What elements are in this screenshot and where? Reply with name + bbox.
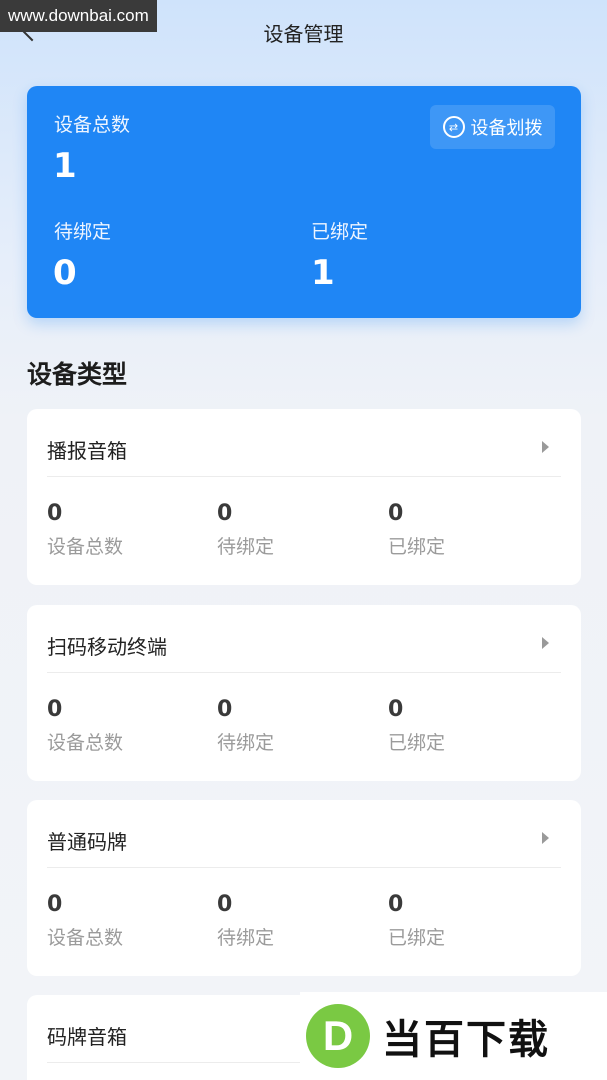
stat-label: 待绑定	[217, 927, 275, 949]
device-type-card[interactable]: 播报音箱 0 设备总数 0 待绑定 0 已绑定	[27, 409, 581, 585]
stat-value: 0	[217, 697, 233, 722]
stat-value: 0	[47, 892, 63, 917]
bound-label: 已绑定	[311, 221, 369, 243]
stat-label: 设备总数	[47, 536, 124, 558]
pending-label: 待绑定	[54, 221, 112, 243]
stat-label: 设备总数	[47, 732, 124, 754]
total-label: 设备总数	[54, 114, 131, 136]
logo-icon: D	[306, 1004, 370, 1068]
chevron-right-icon	[542, 637, 549, 649]
stat-bound: 0 已绑定	[388, 697, 445, 755]
stat-pending: 0 待绑定	[217, 892, 274, 950]
stat-total: 0 设备总数	[47, 501, 123, 559]
device-type-name: 播报音箱	[47, 439, 127, 463]
stat-pending: 0 待绑定	[217, 501, 274, 559]
stat-label: 已绑定	[388, 536, 446, 558]
stat-bound: 0 已绑定	[388, 892, 445, 950]
stat-value: 0	[388, 501, 404, 526]
pending-value: 0	[53, 253, 77, 293]
chevron-right-icon	[542, 832, 549, 844]
section-title: 设备类型	[27, 360, 128, 389]
logo-text: 当百下载	[382, 1017, 550, 1063]
transfer-icon: ⇄	[442, 116, 465, 138]
stat-label: 待绑定	[217, 732, 275, 754]
bound-value: 1	[311, 253, 335, 293]
stat-label: 待绑定	[217, 536, 275, 558]
device-type-name: 码牌音箱	[47, 1025, 127, 1049]
stat-total: 0 设备总数	[47, 892, 123, 950]
device-type-name: 普通码牌	[47, 830, 127, 854]
stat-bound: 0 已绑定	[388, 501, 445, 559]
device-type-card[interactable]: 普通码牌 0 设备总数 0 待绑定 0 已绑定	[27, 800, 581, 976]
logo-watermark: D 当百下载	[300, 992, 607, 1080]
device-type-name: 扫码移动终端	[47, 635, 167, 659]
device-transfer-label: 设备划拨	[470, 118, 543, 139]
divider	[47, 476, 561, 477]
stat-label: 已绑定	[388, 927, 446, 949]
stat-label: 已绑定	[388, 732, 446, 754]
site-watermark: www.downbai.com	[0, 0, 157, 32]
stat-value: 0	[388, 697, 404, 722]
stat-value: 0	[47, 501, 63, 526]
device-transfer-button[interactable]: ⇄ 设备划拨	[430, 105, 555, 149]
stat-value: 0	[217, 501, 233, 526]
divider	[47, 867, 561, 868]
stat-total: 0 设备总数	[47, 697, 123, 755]
device-summary-card: 设备总数 1 ⇄ 设备划拨 待绑定 0 已绑定 1	[27, 86, 581, 318]
divider	[47, 672, 561, 673]
device-type-card[interactable]: 扫码移动终端 0 设备总数 0 待绑定 0 已绑定	[27, 605, 581, 781]
stat-value: 0	[47, 697, 63, 722]
chevron-right-icon	[542, 441, 549, 453]
stat-value: 0	[217, 892, 233, 917]
stat-value: 0	[388, 892, 404, 917]
stat-label: 设备总数	[47, 927, 124, 949]
stat-pending: 0 待绑定	[217, 697, 274, 755]
total-value: 1	[53, 146, 77, 186]
